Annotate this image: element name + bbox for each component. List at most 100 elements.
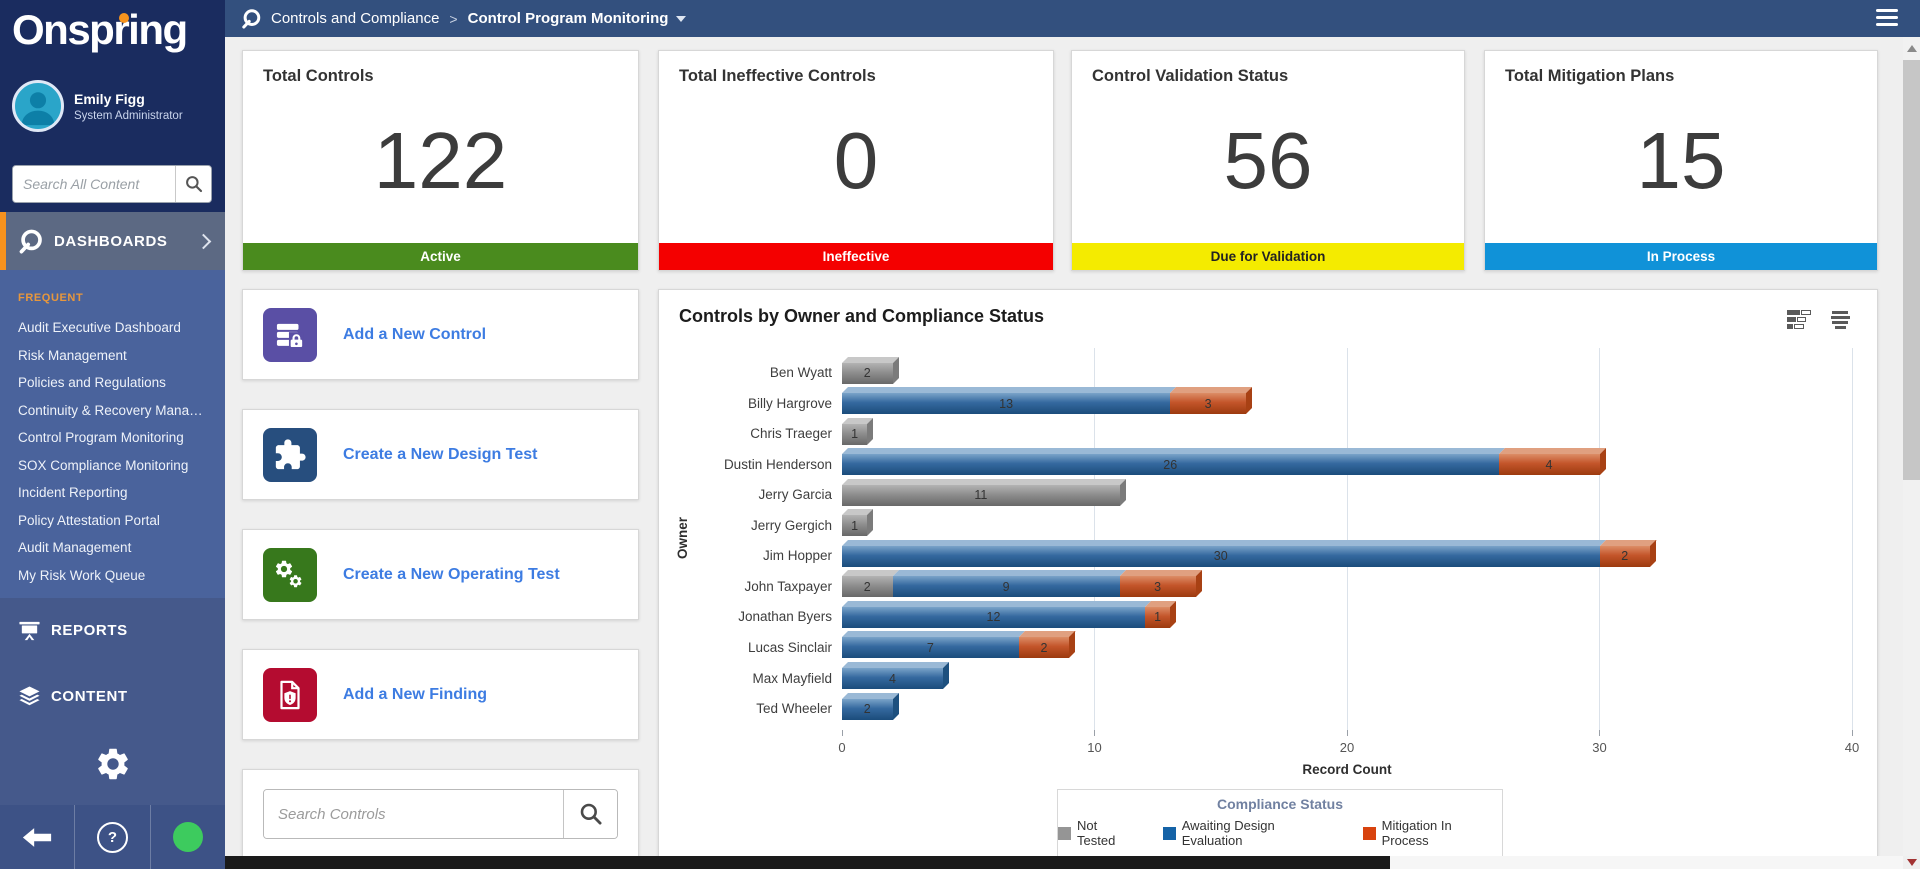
axis-tick-label: 20 — [1339, 740, 1355, 755]
controls-search-button[interactable] — [563, 790, 617, 838]
category-label: Ben Wyatt — [769, 365, 832, 380]
chevron-right-icon — [195, 233, 212, 249]
back-arrow-icon — [23, 827, 52, 847]
chart-title: Controls by Owner and Compliance Status — [679, 306, 1045, 326]
vertical-scrollbar[interactable] — [1903, 37, 1920, 856]
settings-gear-icon[interactable] — [94, 745, 132, 783]
chart-type-icon[interactable] — [1787, 310, 1813, 331]
bar-segment-blue[interactable]: 13 — [842, 393, 1171, 415]
quick-action-card[interactable]: Add a New Finding — [242, 649, 639, 740]
kpi-card[interactable]: Total Controls 122 Active — [242, 50, 639, 271]
content-label: CONTENT — [51, 687, 128, 705]
axis-tick-label: 40 — [1844, 740, 1860, 755]
bar-segment-gray[interactable]: 11 — [842, 484, 1120, 506]
menu-icon[interactable] — [1876, 9, 1898, 30]
category-label: Jerry Garcia — [758, 487, 832, 503]
sidebar-item-continuity-recovery-manag-[interactable]: Continuity & Recovery Manag... — [0, 397, 225, 425]
bar-row: 11 — [842, 484, 1120, 506]
chart-menu-icon[interactable] — [1829, 311, 1851, 331]
user-meta: Emily Figg System Administrator — [74, 91, 183, 122]
kpi-status-banner: Due for Validation — [1072, 243, 1464, 270]
avatar — [12, 80, 64, 132]
quick-action-label[interactable]: Add a New Control — [343, 326, 486, 344]
kpi-card[interactable]: Total Mitigation Plans 15 In Process — [1484, 50, 1878, 271]
sidebar-item-dashboards[interactable]: DASHBOARDS — [0, 212, 225, 270]
quick-action-card[interactable]: Create a New Operating Test — [242, 529, 639, 620]
bar-row: 293 — [842, 576, 1196, 598]
global-search — [12, 165, 212, 203]
sidebar-item-audit-management[interactable]: Audit Management — [0, 534, 225, 562]
bar-segment-gray[interactable]: 1 — [842, 423, 868, 445]
bar-segment-blue[interactable]: 26 — [842, 454, 1499, 476]
search-icon — [185, 175, 202, 193]
bar-segment-blue[interactable]: 4 — [842, 668, 943, 689]
search-icon — [580, 803, 602, 825]
quick-action-card[interactable]: Add a New Control — [242, 289, 639, 380]
kpi-card[interactable]: Control Validation Status 56 Due for Valid… — [1071, 50, 1465, 271]
quick-action-card[interactable]: Create a New Design Test — [242, 409, 639, 500]
sidebar-item-risk-management[interactable]: Risk Management — [0, 342, 225, 370]
horizontal-scrollbar-thumb[interactable] — [225, 856, 1390, 869]
bar-segment-gray[interactable]: 1 — [842, 515, 868, 537]
status-button[interactable] — [149, 805, 225, 869]
sidebar-item-reports[interactable]: REPORTS — [0, 608, 225, 652]
quick-action-label[interactable]: Create a New Design Test — [343, 446, 537, 464]
bar-segment-gray[interactable]: 2 — [842, 576, 893, 598]
gridline — [1599, 348, 1600, 730]
sidebar-item-sox-compliance-monitoring[interactable]: SOX Compliance Monitoring — [0, 452, 225, 480]
legend-label: Not Tested — [1077, 818, 1116, 848]
bar-segment-red[interactable]: 3 — [1119, 576, 1196, 598]
quick-action-label[interactable]: Create a New Operating Test — [343, 566, 560, 584]
bar-row: 2 — [842, 362, 893, 384]
bar-segment-red[interactable]: 4 — [1498, 454, 1600, 476]
sidebar-item-control-program-monitoring[interactable]: Control Program Monitoring — [0, 424, 225, 452]
kpi-title: Control Validation Status — [1092, 67, 1289, 85]
axis-tick — [1851, 730, 1853, 736]
sidebar-footer: ? — [0, 805, 225, 869]
global-search-input[interactable] — [13, 166, 175, 202]
settings-row — [0, 745, 225, 788]
quick-action-label[interactable]: Add a New Finding — [343, 686, 487, 704]
bar-row: 72 — [842, 637, 1070, 659]
breadcrumb-current-page[interactable]: Control Program Monitoring — [468, 10, 669, 27]
bar-segment-blue[interactable]: 7 — [842, 637, 1019, 659]
frequent-heading: FREQUENT — [18, 292, 84, 304]
x-axis-label: Record Count — [1302, 762, 1392, 777]
sidebar-item-policies-and-regulations[interactable]: Policies and Regulations — [0, 369, 225, 397]
sidebar-item-incident-reporting[interactable]: Incident Reporting — [0, 479, 225, 507]
onspring-logo[interactable]: Onspring — [0, 0, 225, 66]
help-button[interactable]: ? — [74, 805, 149, 869]
user-profile[interactable]: Emily Figg System Administrator — [12, 80, 183, 132]
bar-segment-blue[interactable]: 2 — [842, 698, 893, 720]
axis-tick — [1346, 730, 1348, 736]
bar-segment-red[interactable]: 2 — [1018, 637, 1070, 659]
breadcrumb-app[interactable]: Controls and Compliance — [271, 10, 439, 27]
dashboards-icon — [19, 229, 42, 254]
chevron-down-icon[interactable] — [676, 15, 687, 22]
bar-segment-blue[interactable]: 12 — [842, 606, 1145, 628]
bar-segment-red[interactable]: 2 — [1599, 545, 1650, 567]
kpi-status-banner: Active — [243, 243, 638, 270]
sidebar-item-content[interactable]: CONTENT — [0, 674, 225, 718]
kpi-card[interactable]: Total Ineffective Controls 0 Ineffective — [658, 50, 1054, 271]
vertical-scrollbar-thumb[interactable] — [1903, 60, 1920, 480]
sidebar-item-audit-executive-dashboard[interactable]: Audit Executive Dashboard — [0, 314, 225, 342]
category-label: Jim Hopper — [762, 548, 832, 564]
sidebar-item-policy-attestation-portal[interactable]: Policy Attestation Portal — [0, 507, 225, 535]
scroll-up-icon[interactable] — [1906, 45, 1917, 52]
bar-segment-blue[interactable]: 30 — [842, 545, 1600, 567]
horizontal-scrollbar[interactable] — [225, 856, 1903, 869]
scroll-down-icon[interactable] — [1907, 859, 1917, 866]
category-label: Billy Hargrove — [747, 395, 832, 411]
frequent-list: Audit Executive Dashboard Risk Management… — [0, 314, 225, 589]
bar-segment-red[interactable]: 3 — [1170, 393, 1246, 415]
axis-tick — [1094, 730, 1095, 736]
bar-segment-gray[interactable]: 2 — [842, 362, 893, 384]
bar-segment-red[interactable]: 1 — [1145, 606, 1171, 628]
sidebar-item-my-risk-work-queue[interactable]: My Risk Work Queue — [0, 562, 225, 590]
global-search-button[interactable] — [175, 166, 211, 202]
chart-card: Controls by Owner and Compliance Status … — [658, 289, 1878, 858]
controls-search-input[interactable] — [264, 790, 563, 838]
bar-segment-blue[interactable]: 9 — [892, 576, 1120, 598]
back-button[interactable] — [0, 805, 74, 869]
